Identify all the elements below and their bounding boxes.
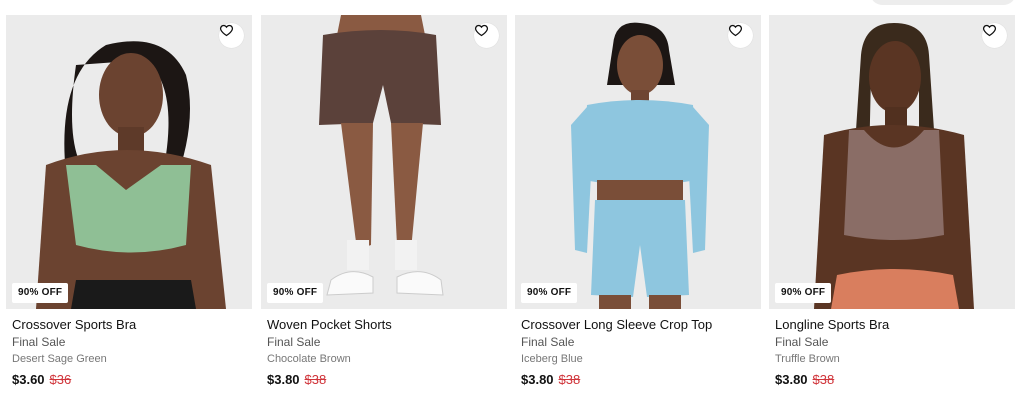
wishlist-button[interactable] bbox=[728, 23, 753, 48]
original-price: $38 bbox=[304, 372, 327, 387]
heart-icon bbox=[219, 24, 234, 37]
discount-badge: 90% OFF bbox=[775, 283, 832, 303]
price-row: $3.60 $36 bbox=[12, 372, 71, 387]
heart-icon bbox=[982, 24, 997, 37]
price-row: $3.80 $38 bbox=[267, 372, 326, 387]
product-image[interactable]: 90% OFF bbox=[769, 15, 1015, 309]
product-title[interactable]: Crossover Sports Bra bbox=[12, 317, 136, 332]
original-price: $36 bbox=[49, 372, 72, 387]
product-image[interactable]: 90% OFF bbox=[515, 15, 761, 309]
product-color: Chocolate Brown bbox=[267, 353, 351, 365]
product-color: Truffle Brown bbox=[775, 353, 840, 365]
product-title[interactable]: Crossover Long Sleeve Crop Top bbox=[521, 317, 712, 332]
product-card[interactable]: 90% OFF Longline Sports Bra Final Sale T… bbox=[769, 15, 1015, 401]
heart-icon bbox=[728, 24, 743, 37]
sale-price: $3.60 bbox=[12, 372, 45, 387]
product-image[interactable]: 90% OFF bbox=[6, 15, 252, 309]
sale-status: Final Sale bbox=[267, 335, 321, 349]
sale-status: Final Sale bbox=[775, 335, 829, 349]
original-price: $38 bbox=[812, 372, 835, 387]
sale-status: Final Sale bbox=[521, 335, 575, 349]
product-image[interactable]: 90% OFF bbox=[261, 15, 507, 309]
discount-badge: 90% OFF bbox=[521, 283, 578, 303]
product-card[interactable]: 90% OFF Woven Pocket Shorts Final Sale C… bbox=[261, 15, 507, 401]
price-row: $3.80 $38 bbox=[521, 372, 580, 387]
product-card[interactable]: 90% OFF Crossover Sports Bra Final Sale … bbox=[6, 15, 252, 401]
sale-price: $3.80 bbox=[521, 372, 554, 387]
discount-badge: 90% OFF bbox=[267, 283, 324, 303]
heart-icon bbox=[474, 24, 489, 37]
product-photo-longline-bra-brown bbox=[769, 15, 1015, 309]
product-color: Desert Sage Green bbox=[12, 353, 107, 365]
price-row: $3.80 $38 bbox=[775, 372, 834, 387]
search-bar[interactable] bbox=[870, 0, 1016, 5]
sale-status: Final Sale bbox=[12, 335, 66, 349]
product-photo-crop-top-blue bbox=[515, 15, 761, 309]
product-title[interactable]: Woven Pocket Shorts bbox=[267, 317, 392, 332]
product-photo-shorts-brown bbox=[261, 15, 507, 309]
sale-price: $3.80 bbox=[775, 372, 808, 387]
product-photo-sports-bra-green bbox=[6, 15, 252, 309]
product-grid: 90% OFF Crossover Sports Bra Final Sale … bbox=[6, 15, 1018, 401]
product-color: Iceberg Blue bbox=[521, 353, 583, 365]
original-price: $38 bbox=[558, 372, 581, 387]
wishlist-button[interactable] bbox=[982, 23, 1007, 48]
discount-badge: 90% OFF bbox=[12, 283, 69, 303]
wishlist-button[interactable] bbox=[219, 23, 244, 48]
wishlist-button[interactable] bbox=[474, 23, 499, 48]
product-card[interactable]: 90% OFF Crossover Long Sleeve Crop Top F… bbox=[515, 15, 761, 401]
sale-price: $3.80 bbox=[267, 372, 300, 387]
product-title[interactable]: Longline Sports Bra bbox=[775, 317, 889, 332]
